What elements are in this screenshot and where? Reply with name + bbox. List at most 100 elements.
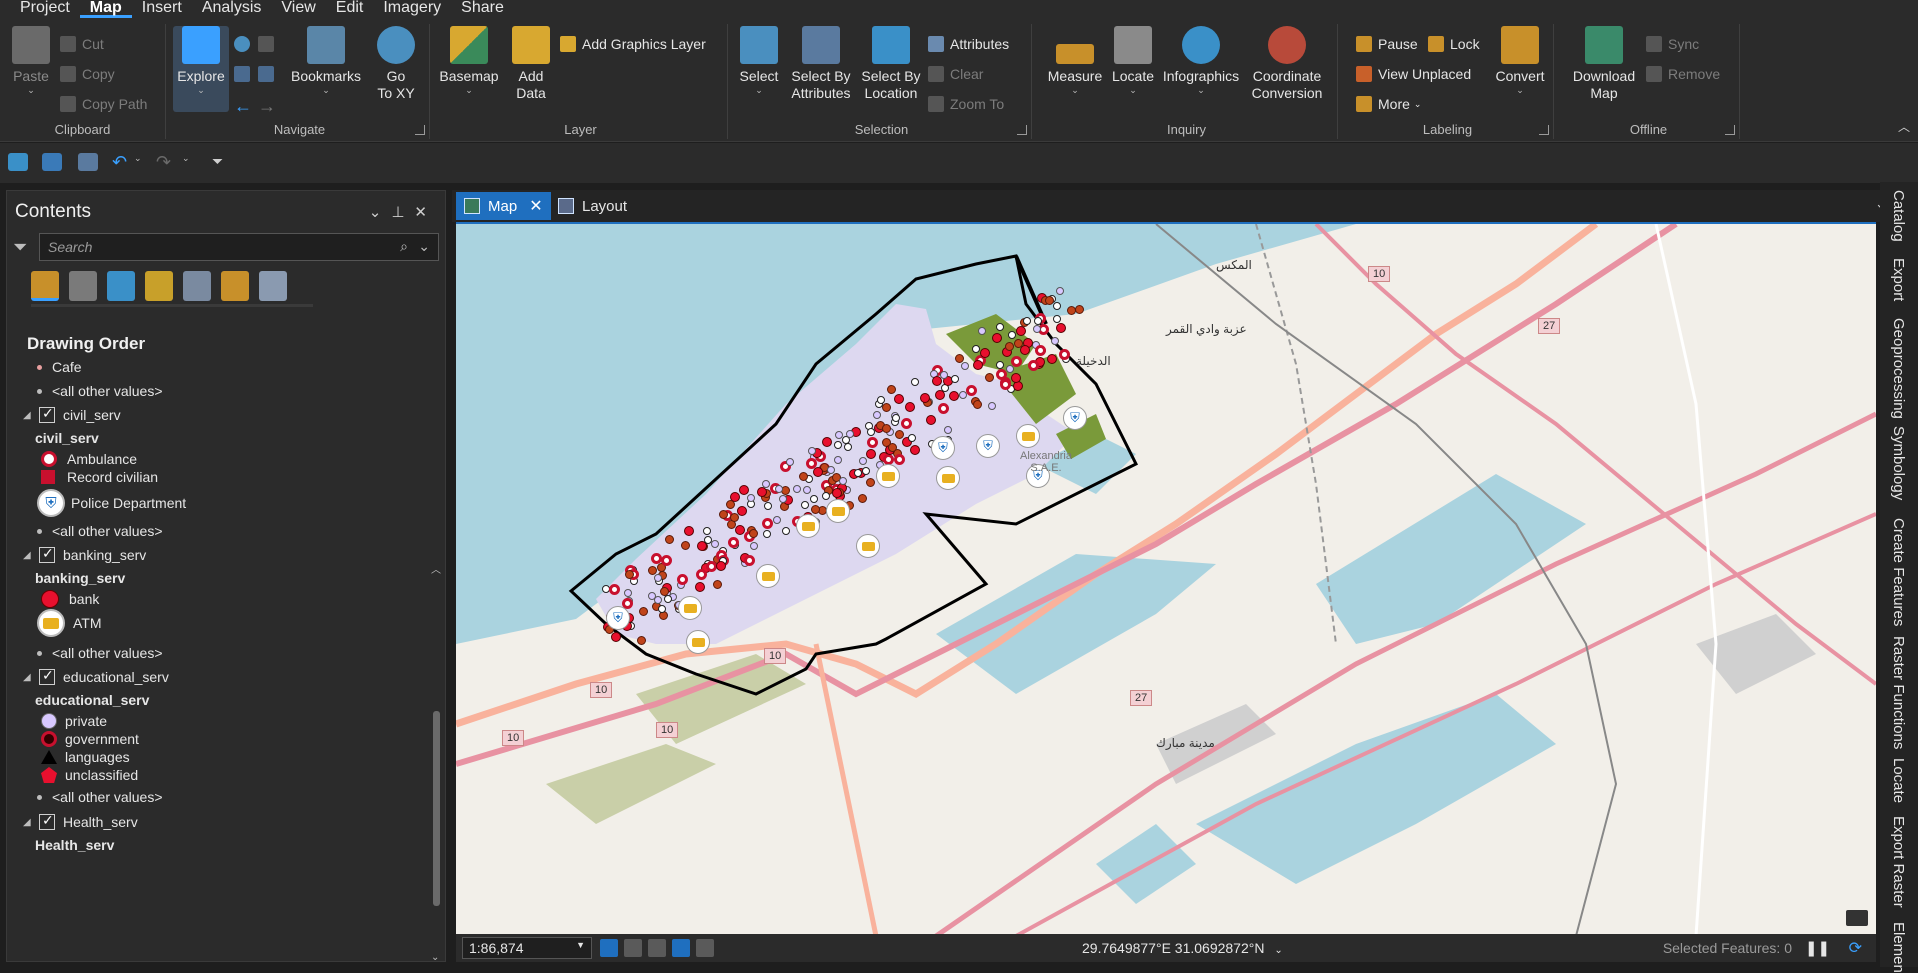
snapping-tab-icon[interactable] [183, 271, 211, 301]
save-project-icon[interactable] [78, 153, 98, 171]
add-data-button[interactable]: Add Data [506, 26, 556, 102]
selection-tab-icon[interactable] [107, 271, 135, 301]
dock-tab-geoprocessing[interactable]: Geoprocessing [1890, 318, 1907, 419]
more-labeling-button[interactable]: More ⌄ [1356, 94, 1421, 114]
collapse-ribbon-icon[interactable]: ︿ [1898, 118, 1910, 135]
dock-tab-raster-functions[interactable]: Raster Functions [1890, 636, 1907, 749]
collapse-triangle-icon[interactable]: ◢ [23, 550, 39, 561]
fixed-zoom-button[interactable] [234, 64, 256, 84]
attributes-button[interactable]: Attributes [928, 34, 1009, 54]
collapse-triangle-icon[interactable]: ◢ [23, 410, 39, 421]
selection-launcher-icon[interactable] [1017, 125, 1027, 135]
layer-educational-serv[interactable]: ◢ educational_serv [23, 666, 169, 688]
chevron-down-icon[interactable]: ▼ [576, 940, 585, 950]
data-source-tab-icon[interactable] [69, 271, 97, 301]
layer-health-serv[interactable]: ◢ Health_serv [23, 811, 138, 833]
menu-tab-share[interactable]: Share [451, 0, 514, 18]
menu-tab-view[interactable]: View [271, 0, 325, 18]
open-project-icon[interactable] [42, 153, 62, 171]
select-by-location-button[interactable]: Select By Location [858, 26, 924, 102]
menu-tab-imagery[interactable]: Imagery [373, 0, 451, 18]
basemap-button[interactable]: Basemap ⌄ [438, 26, 500, 95]
chevron-down-icon[interactable]: ⌄ [134, 153, 154, 171]
scale-selector[interactable]: 1:86,874 ▼ [462, 937, 592, 959]
collapse-triangle-icon[interactable]: ◢ [23, 817, 39, 828]
undo-icon[interactable]: ↶ [112, 153, 132, 171]
tab-layout[interactable]: Layout [550, 192, 635, 220]
copy-path-button[interactable]: Copy Path [60, 94, 147, 114]
layer-name[interactable]: civil_serv [63, 407, 121, 423]
chevron-down-icon[interactable]: ⌄ [418, 238, 430, 255]
visibility-checkbox[interactable] [39, 667, 55, 685]
chevron-down-icon[interactable]: ⌄ [182, 153, 202, 171]
view-unplaced-button[interactable]: View Unplaced [1356, 64, 1471, 84]
close-icon[interactable]: ✕ [414, 204, 437, 221]
pane-options-icon[interactable]: ⌄ [369, 204, 392, 221]
map-overview-icon[interactable] [1846, 910, 1868, 926]
zoom-to-button[interactable]: Zoom To [928, 94, 1004, 114]
menu-tab-analysis[interactable]: Analysis [192, 0, 272, 18]
selected-features-indicator[interactable]: Selected Features: 0 [1663, 940, 1792, 956]
labeling-launcher-icon[interactable] [1539, 125, 1549, 135]
download-map-button[interactable]: Download Map [1566, 26, 1642, 102]
navigate-launcher-icon[interactable] [415, 125, 425, 135]
perspective-imagery-tab-icon[interactable] [259, 271, 287, 301]
cut-button[interactable]: Cut [60, 34, 104, 54]
offline-launcher-icon[interactable] [1725, 125, 1735, 135]
dock-tab-locate[interactable]: Locate [1890, 758, 1907, 803]
lock-labeling-button[interactable]: Lock [1428, 34, 1480, 54]
snapping-icon[interactable] [648, 939, 666, 957]
dock-tab-export[interactable]: Export [1890, 258, 1907, 301]
contents-scrollbar[interactable]: ︿ ⌄ [431, 561, 441, 963]
visibility-checkbox[interactable] [39, 545, 55, 563]
go-to-xy-button[interactable]: Go To XY [370, 26, 422, 102]
convert-button[interactable]: Convert ⌄ [1492, 26, 1548, 95]
dock-tab-element[interactable]: Elemen [1890, 922, 1907, 973]
remove-button[interactable]: Remove [1646, 64, 1720, 84]
pause-labeling-button[interactable]: Pause [1356, 34, 1418, 54]
full-extent-button[interactable] [234, 34, 256, 54]
layer-name[interactable]: banking_serv [63, 547, 146, 563]
drawing-order-tab-icon[interactable] [31, 271, 59, 301]
redo-icon[interactable]: ↷ [156, 153, 176, 171]
infographics-button[interactable]: Infographics ⌄ [1160, 26, 1242, 95]
menu-tab-insert[interactable]: Insert [132, 0, 192, 18]
close-icon[interactable]: ✕ [529, 196, 542, 216]
layer-civil-serv[interactable]: ◢ civil_serv [23, 404, 121, 426]
labeling-tab-icon[interactable] [221, 271, 249, 301]
editing-tab-icon[interactable] [145, 271, 173, 301]
refresh-icon[interactable]: ⟳ [1849, 938, 1862, 958]
scrollbar-thumb[interactable] [433, 711, 440, 906]
search-input[interactable]: Search ⌕ ⌄ [39, 233, 439, 261]
pause-drawing-icon[interactable]: ❚❚ [1805, 939, 1830, 957]
collapse-triangle-icon[interactable]: ◢ [23, 672, 39, 683]
back-button[interactable]: ← [234, 94, 256, 116]
layer-banking-serv[interactable]: ◢ banking_serv [23, 544, 146, 566]
grid-icon[interactable] [624, 939, 642, 957]
sync-button[interactable]: Sync [1646, 34, 1699, 54]
fixed-zoom-out-button[interactable] [258, 64, 280, 84]
scroll-down-icon[interactable]: ⌄ [431, 952, 439, 963]
explore-button[interactable]: Explore ⌄ [173, 26, 229, 112]
dock-tab-symbology[interactable]: Symbology [1890, 426, 1907, 500]
search-icon[interactable]: ⌕ [400, 238, 408, 255]
visibility-checkbox[interactable] [39, 812, 55, 830]
map-canvas[interactable]: ⛨ ⛨ ⛨ ⛨ ⛨ المكس عزبة وادي القمر الدخيلة مدين… [456, 222, 1876, 934]
coordinate-conversion-button[interactable]: Coordinate Conversion [1246, 26, 1328, 102]
dock-tab-export-raster[interactable]: Export Raster [1890, 816, 1907, 908]
measure-button[interactable]: Measure ⌄ [1044, 26, 1106, 95]
menu-tab-edit[interactable]: Edit [326, 0, 374, 18]
pane-controls[interactable]: ⌄⊥✕ [369, 203, 437, 221]
fixed-extent-icon[interactable] [600, 939, 618, 957]
locate-button[interactable]: Locate ⌄ [1108, 26, 1158, 95]
scroll-up-icon[interactable]: ︿ [431, 561, 441, 576]
dock-tab-catalog[interactable]: Catalog [1890, 190, 1907, 242]
menu-tab-project[interactable]: Project [0, 0, 80, 18]
copy-button[interactable]: Copy [60, 64, 115, 84]
bookmarks-button[interactable]: Bookmarks ⌄ [288, 26, 364, 95]
layer-name[interactable]: educational_serv [63, 669, 169, 685]
tab-map[interactable]: Map ✕ [456, 192, 551, 220]
paste-button[interactable]: Paste ⌄ [8, 26, 54, 95]
select-by-attributes-button[interactable]: Select By Attributes [786, 26, 856, 102]
clear-button[interactable]: Clear [928, 64, 983, 84]
